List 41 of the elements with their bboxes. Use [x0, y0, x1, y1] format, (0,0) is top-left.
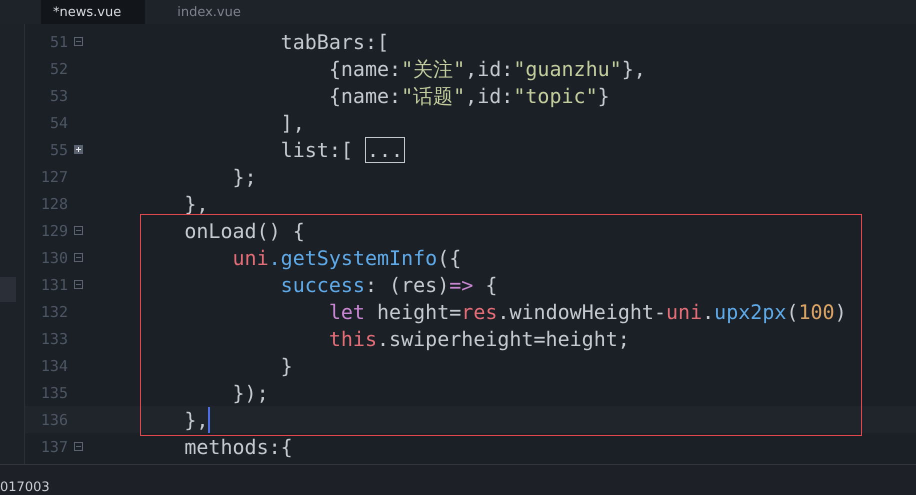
collapse-icon[interactable]: [74, 226, 82, 235]
code-line: ],: [280, 110, 305, 134]
line-number: 52: [48, 60, 68, 78]
code-line: methods:{: [183, 434, 293, 458]
line-number: 127: [40, 168, 68, 186]
code-line: {name:"关注",id:"guanzhu"},: [328, 56, 646, 80]
line-number: 51: [48, 32, 68, 50]
code-line: }: [280, 354, 293, 378]
code-line: this.swiperheight=height;: [328, 326, 630, 350]
code-line: };: [231, 164, 257, 188]
code-line: uni.getSystemInfo({: [231, 246, 462, 270]
line-number: 135: [40, 384, 68, 402]
line-number: 128: [40, 194, 68, 212]
collapse-icon[interactable]: [74, 442, 82, 451]
code-line: success: (res)=> {: [280, 272, 498, 296]
text-caret: [208, 406, 210, 432]
status-text: 017003: [0, 480, 50, 495]
code-line: },: [183, 408, 208, 432]
code-line: },: [183, 192, 208, 216]
file-tab[interactable]: *news.vue: [41, 0, 146, 24]
line-number: 134: [40, 356, 68, 374]
line-number: 130: [40, 248, 68, 266]
collapse-icon[interactable]: [74, 280, 82, 289]
line-number: 132: [40, 302, 68, 320]
code-line: {name:"话题",id:"topic"}: [328, 84, 610, 108]
code-line: tabBars:[: [280, 30, 390, 54]
line-number: 129: [40, 222, 68, 240]
code-line: let height=res.windowHeight-uni.upx2px(100): [328, 300, 847, 324]
file-tab[interactable]: index.vue: [165, 0, 265, 24]
line-number: 55: [48, 140, 68, 158]
code-line: onLoad() {: [183, 218, 305, 242]
code-line: list:[ ...: [280, 138, 406, 162]
code-line: });: [231, 380, 269, 404]
collapse-icon[interactable]: [74, 253, 82, 262]
collapse-icon[interactable]: [74, 37, 82, 46]
line-number: 131: [40, 276, 68, 294]
expand-icon[interactable]: [74, 145, 82, 154]
line-number: 137: [40, 438, 68, 456]
line-number: 133: [40, 330, 68, 348]
line-number: 53: [48, 86, 68, 104]
line-number: 54: [48, 114, 68, 132]
